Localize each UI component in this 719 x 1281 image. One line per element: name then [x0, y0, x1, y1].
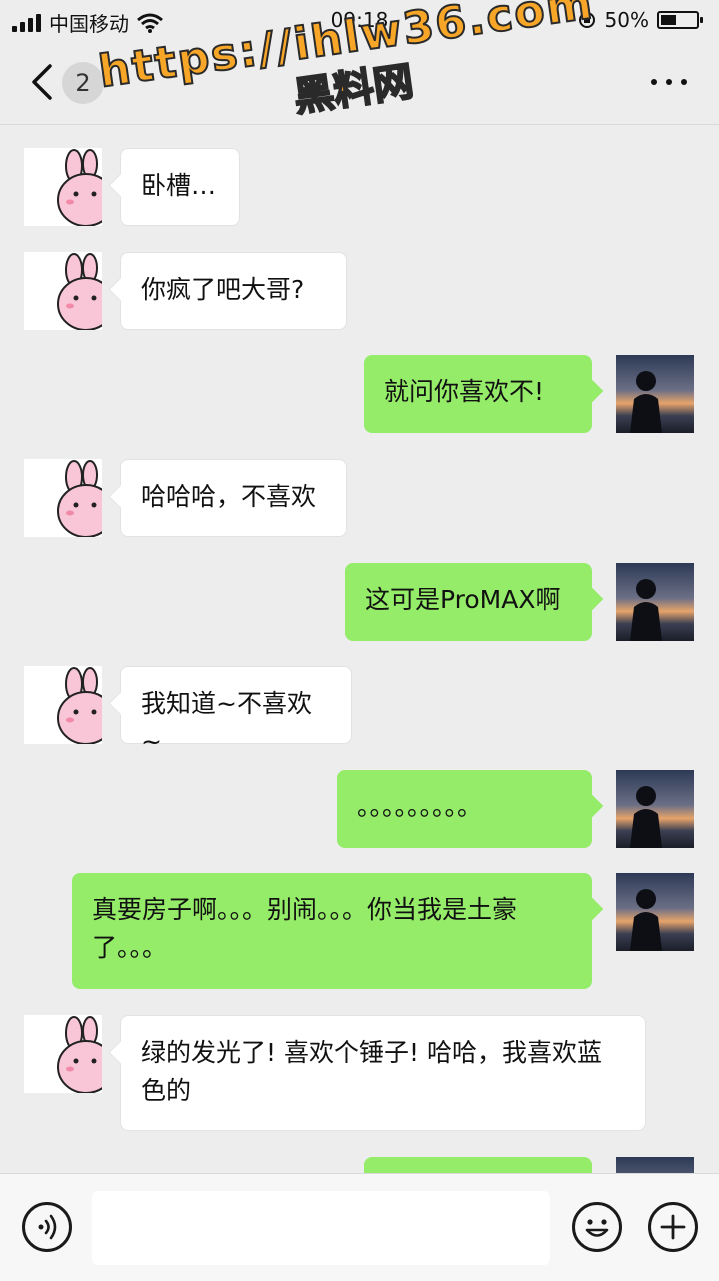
battery-icon: [657, 11, 703, 29]
status-right: 50%: [577, 8, 703, 32]
user-avatar[interactable]: [616, 1157, 694, 1173]
sent-message-bubble[interactable]: 这可是ProMAX啊: [345, 563, 592, 641]
status-bar: 中国移动 09:18 50%: [0, 0, 719, 40]
contact-avatar[interactable]: [24, 459, 102, 537]
contact-avatar[interactable]: [24, 148, 102, 226]
message-text: 我知道~不喜欢~: [141, 689, 312, 756]
message-input[interactable]: [92, 1191, 550, 1265]
more-dots-icon[interactable]: [651, 74, 687, 90]
message-text: 卧槽…: [141, 171, 217, 200]
chat-message-list[interactable]: 卧槽… 你疯了吧大哥? 就问你喜欢不! 哈哈哈，不喜欢 这可是ProMAX啊 我…: [0, 125, 719, 1173]
user-avatar[interactable]: [616, 770, 694, 848]
user-avatar[interactable]: [616, 355, 694, 433]
received-message-bubble[interactable]: 你疯了吧大哥?: [120, 252, 347, 330]
silhouette-avatar-icon: [630, 579, 662, 641]
bunny-avatar-icon: [57, 460, 102, 537]
message-row: 就问你喜欢不!: [0, 355, 719, 435]
received-message-bubble[interactable]: 我知道~不喜欢~: [120, 666, 352, 756]
silhouette-avatar-icon: [630, 889, 662, 951]
message-row: 这可是ProMAX啊: [0, 563, 719, 643]
unread-count-badge[interactable]: 2: [62, 62, 104, 104]
rotation-lock-icon: [578, 12, 595, 28]
message-text: 哈哈哈，不喜欢: [141, 482, 317, 511]
received-message-bubble[interactable]: 绿的发光了! 喜欢个锤子! 哈哈，我喜欢蓝色的: [120, 1015, 646, 1131]
battery-percent: 50%: [604, 8, 649, 32]
message-row: 。。。。。。。。。: [0, 770, 719, 850]
sent-message-bubble[interactable]: 就问你喜欢不!: [364, 355, 592, 433]
received-message-bubble[interactable]: 卧槽…: [120, 148, 240, 226]
message-row: 哈哈哈，不喜欢: [0, 459, 719, 539]
user-avatar[interactable]: [616, 873, 694, 951]
emoji-icon[interactable]: [572, 1202, 622, 1252]
message-row: [0, 1157, 719, 1173]
voice-icon[interactable]: [22, 1202, 72, 1252]
message-text: 这可是ProMAX啊: [365, 585, 561, 614]
message-row: 卧槽…: [0, 148, 719, 228]
sent-message-bubble[interactable]: 真要房子啊。。。别闹。。。你当我是土豪了。。。: [72, 873, 592, 989]
sent-message-bubble[interactable]: [364, 1157, 592, 1173]
received-message-bubble[interactable]: 哈哈哈，不喜欢: [120, 459, 347, 537]
input-bar: [0, 1173, 719, 1281]
silhouette-avatar-icon: [630, 371, 662, 433]
contact-avatar[interactable]: [24, 1015, 102, 1093]
silhouette-avatar-icon: [630, 786, 662, 848]
message-row: 你疯了吧大哥?: [0, 252, 719, 332]
message-text: 。。。。。。。。。: [357, 792, 483, 821]
bunny-avatar-icon: [57, 253, 102, 330]
chevron-left-icon[interactable]: [24, 60, 64, 104]
silhouette-avatar-icon: [616, 1157, 694, 1173]
message-row: 真要房子啊。。。别闹。。。你当我是土豪了。。。: [0, 873, 719, 991]
message-text: 绿的发光了! 喜欢个锤子! 哈哈，我喜欢蓝色的: [141, 1038, 602, 1105]
bunny-avatar-icon: [57, 149, 102, 226]
message-text: 你疯了吧大哥?: [141, 275, 305, 304]
contact-avatar[interactable]: [24, 252, 102, 330]
sent-message-bubble[interactable]: 。。。。。。。。。: [337, 770, 592, 848]
bunny-avatar-icon: [57, 1016, 102, 1093]
bunny-avatar-icon: [57, 667, 102, 744]
message-text: 真要房子啊。。。别闹。。。你当我是土豪了。。。: [92, 895, 518, 962]
contact-avatar[interactable]: [24, 666, 102, 744]
plus-icon[interactable]: [648, 1202, 698, 1252]
message-text: 就问你喜欢不!: [384, 377, 545, 406]
user-avatar[interactable]: [616, 563, 694, 641]
message-row: 我知道~不喜欢~: [0, 666, 719, 756]
chat-header: 2: [0, 40, 719, 125]
battery-fill: [661, 15, 676, 25]
message-row: 绿的发光了! 喜欢个锤子! 哈哈，我喜欢蓝色的: [0, 1015, 719, 1133]
